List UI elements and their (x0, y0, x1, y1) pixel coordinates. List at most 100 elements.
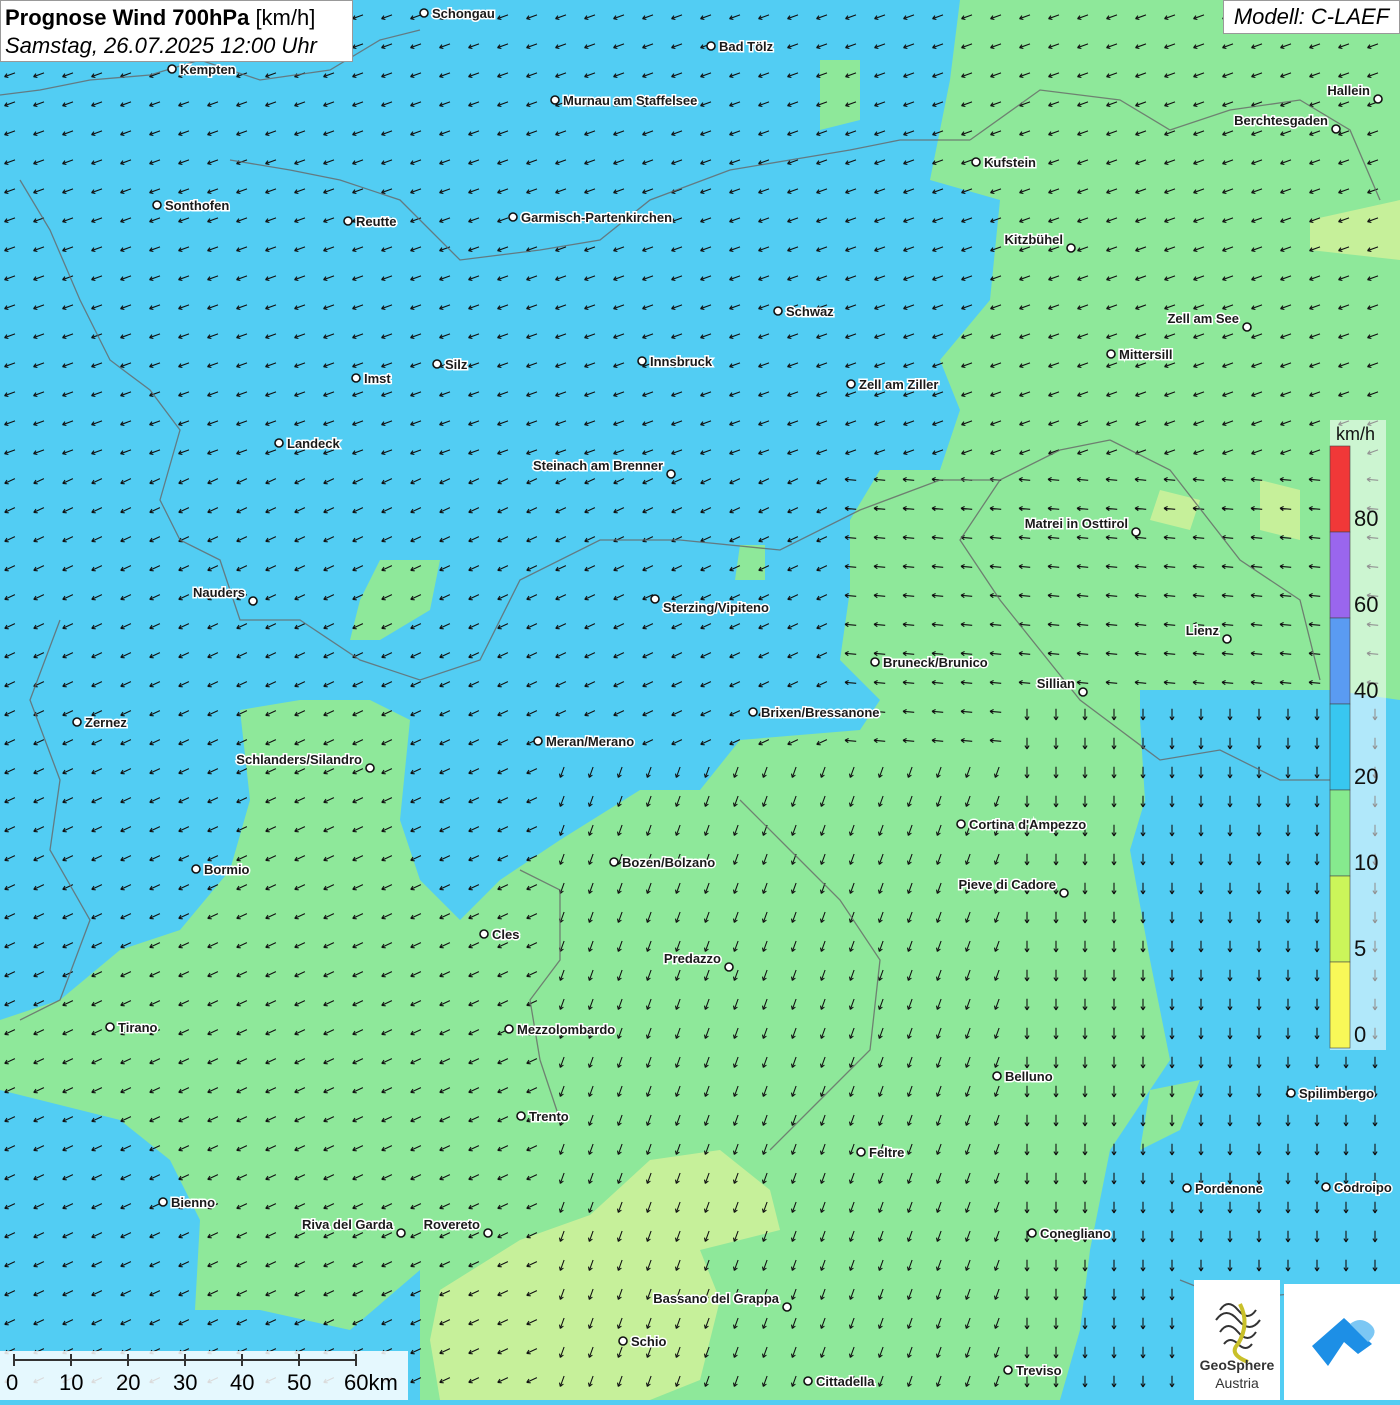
city-label: Tirano (118, 1020, 158, 1035)
city-dot (971, 157, 981, 167)
city-label: Bassano del Grappa (653, 1291, 779, 1306)
city-dot (618, 1336, 628, 1346)
city-label: Steinach am Brenner (533, 458, 663, 473)
city-label: Belluno (1005, 1069, 1053, 1084)
geosphere-logo[interactable]: GeoSphere Austria (1194, 1280, 1280, 1400)
city-dot (508, 212, 518, 222)
map-title: Prognose Wind 700hPa [km/h] (5, 5, 352, 31)
city-dot (748, 707, 758, 717)
wind-map[interactable]: Schongau Bad Tölz Kempten Murnau am Staffel… (0, 0, 1400, 1400)
city-dot (956, 819, 966, 829)
city-marker: Pordenone (1182, 1180, 1264, 1198)
city-marker: Mezzolombardo (504, 1021, 617, 1039)
city-label: Treviso (1016, 1363, 1062, 1378)
city-dot (773, 306, 783, 316)
city-label: Sonthofen (165, 198, 229, 213)
city-label: Sillian (1037, 676, 1075, 691)
city-dot (724, 962, 734, 972)
legend-swatch (1329, 445, 1351, 533)
app-logo[interactable] (1284, 1284, 1400, 1400)
title-panel: Prognose Wind 700hPa [km/h] Samstag, 26.… (0, 0, 353, 62)
city-dot (105, 1022, 115, 1032)
legend-label: 80 (1354, 506, 1378, 531)
geosphere-icon: GeoSphere Austria (1200, 1303, 1275, 1391)
city-dot (846, 379, 856, 389)
city-label: Mittersill (1119, 347, 1172, 362)
city-dot (1131, 527, 1141, 537)
city-label: Bormio (204, 862, 250, 877)
city-marker: Murnau am Staffelsee (550, 92, 699, 110)
city-dot (1331, 124, 1341, 134)
city-dot (1242, 322, 1252, 332)
legend-swatch (1329, 617, 1351, 705)
city-label: Rovereto (424, 1217, 480, 1232)
legend-steps: 80 60 40 20 10 5 0 (1329, 445, 1378, 1049)
city-dot (1182, 1183, 1192, 1193)
city-label: Pordenone (1195, 1181, 1263, 1196)
city-dot (516, 1111, 526, 1121)
city-label: Bozen/Bolzano (622, 855, 715, 870)
city-marker: Schongau (419, 5, 496, 23)
city-dot (274, 438, 284, 448)
city-dot (1003, 1365, 1013, 1375)
city-label: Predazzo (664, 951, 721, 966)
city-dot (152, 200, 162, 210)
city-dot (351, 373, 361, 383)
city-dot (343, 216, 353, 226)
city-label: Sterzing/Vipiteno (663, 600, 769, 615)
city-label: Mezzolombardo (517, 1022, 615, 1037)
city-dot (1222, 634, 1232, 644)
city-label: Zernez (85, 715, 127, 730)
city-label: Cittadella (816, 1374, 875, 1389)
legend-label: 60 (1354, 592, 1378, 617)
model-label: Modell: C-LAEF (1223, 0, 1400, 34)
city-dot (782, 1302, 792, 1312)
city-dot (419, 8, 429, 18)
scale-label: 50 (287, 1370, 312, 1395)
city-dot (396, 1228, 406, 1238)
city-dot (609, 857, 619, 867)
city-marker: Zell am Ziller (846, 376, 940, 394)
city-label: Matrei in Osttirol (1025, 516, 1128, 531)
city-dot (706, 41, 716, 51)
city-dot (550, 95, 560, 105)
city-label: Schio (631, 1334, 666, 1349)
city-dot (167, 64, 177, 74)
legend: km/h 80 60 40 20 10 5 0 (1329, 424, 1378, 1049)
city-dot (1106, 349, 1116, 359)
city-dot (637, 356, 647, 366)
legend-label: 10 (1354, 850, 1378, 875)
city-dot (856, 1147, 866, 1157)
city-dot (191, 864, 201, 874)
geosphere-text-1: GeoSphere (1200, 1357, 1275, 1373)
city-marker: Meran/Merano (533, 733, 636, 751)
city-dot (1286, 1088, 1296, 1098)
legend-swatch (1329, 961, 1351, 1049)
city-label: Meran/Merano (546, 734, 634, 749)
city-label: Hallein (1327, 83, 1370, 98)
city-dot (870, 657, 880, 667)
city-dot (1059, 888, 1069, 898)
geosphere-text-2: Austria (1215, 1375, 1259, 1391)
city-dot (1373, 94, 1383, 104)
city-dot (483, 1228, 493, 1238)
city-label: Codroipo (1334, 1180, 1392, 1195)
title-bold: Prognose Wind 700hPa (5, 5, 250, 30)
city-label: Brixen/Bressanone (761, 705, 880, 720)
city-label: Spilimbergo (1299, 1086, 1374, 1101)
scale-label: 40 (230, 1370, 255, 1395)
city-label: Bienno (171, 1195, 215, 1210)
city-dot (1078, 687, 1088, 697)
city-marker: Spilimbergo (1286, 1085, 1376, 1103)
city-marker: Brixen/Bressanone (748, 704, 881, 722)
city-marker: Cortina d'Ampezzo (956, 816, 1088, 834)
legend-label: 0 (1354, 1022, 1366, 1047)
city-label: Schlanders/Silandro (236, 752, 362, 767)
scale-label: 0 (6, 1370, 19, 1395)
city-label: Garmisch-Partenkirchen (521, 210, 672, 225)
city-label: Reutte (356, 214, 396, 229)
city-dot (479, 929, 489, 939)
city-label: Riva del Garda (302, 1217, 394, 1232)
city-label: Lienz (1186, 623, 1220, 638)
legend-swatch (1329, 703, 1351, 791)
